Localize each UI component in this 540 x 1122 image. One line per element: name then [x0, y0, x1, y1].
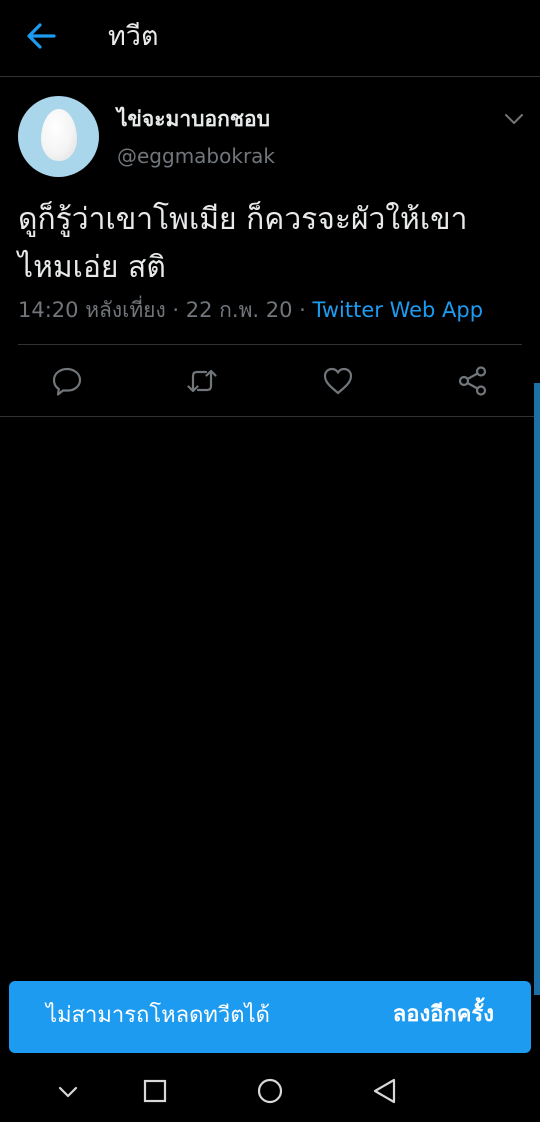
arrow-left-icon	[27, 23, 56, 49]
system-navigation-bar	[0, 1062, 540, 1122]
nav-hide-keyboard-button[interactable]	[53, 1076, 83, 1106]
retry-button[interactable]: ลองอีกครั้ง	[393, 999, 494, 1031]
nav-back-button[interactable]	[370, 1076, 400, 1106]
nav-recents-button[interactable]	[140, 1076, 170, 1106]
reply-icon	[52, 367, 82, 396]
chevron-down-icon	[58, 1086, 78, 1098]
meta-separator: ·	[165, 298, 186, 322]
nav-home-button[interactable]	[255, 1076, 285, 1106]
tweet-options-button[interactable]	[503, 108, 525, 130]
retweet-button[interactable]	[186, 365, 218, 397]
share-icon	[458, 366, 487, 396]
tweet-source-link[interactable]: Twitter Web App	[313, 298, 484, 322]
triangle-back-icon	[373, 1078, 396, 1104]
tweet-detail-screen: ทวีต ไข่จะมาบอกชอบ @eggmabokrak ดูก็รู้ว…	[0, 0, 540, 1122]
error-snackbar: ไม่สามารถโหลดทวีตได้ ลองอีกครั้ง	[9, 981, 531, 1053]
scrollbar[interactable]	[534, 383, 540, 995]
egg-avatar-image	[41, 109, 77, 161]
page-title: ทวีต	[108, 21, 159, 52]
author-display-name[interactable]: ไข่จะมาบอกชอบ	[117, 104, 270, 134]
top-app-bar: ทวีต	[0, 0, 540, 77]
tweet-metadata: 14:20 หลังเที่ยง · 22 ก.พ. 20 · Twitter …	[18, 294, 483, 326]
reply-button[interactable]	[51, 365, 83, 397]
tweet-text: ดูก็รู้ว่าเขาโพเมีย ก็ควรจะผัวให้เขาไหมเ…	[18, 202, 468, 285]
back-button[interactable]	[24, 19, 58, 53]
tweet-date: 22 ก.พ. 20	[185, 298, 293, 322]
tweet-time: 14:20 หลังเที่ยง	[18, 298, 166, 322]
chevron-down-icon	[505, 114, 523, 124]
square-icon	[143, 1079, 167, 1103]
share-button[interactable]	[457, 365, 489, 397]
author-handle[interactable]: @eggmabokrak	[117, 142, 275, 170]
like-icon	[323, 367, 353, 395]
retweet-icon	[187, 369, 217, 393]
like-button[interactable]	[322, 365, 354, 397]
tweet-action-bar	[0, 345, 540, 417]
meta-separator: ·	[292, 298, 313, 322]
circle-icon	[257, 1078, 283, 1104]
avatar[interactable]	[18, 96, 99, 177]
snackbar-message: ไม่สามารถโหลดทวีตได้	[46, 1003, 270, 1028]
